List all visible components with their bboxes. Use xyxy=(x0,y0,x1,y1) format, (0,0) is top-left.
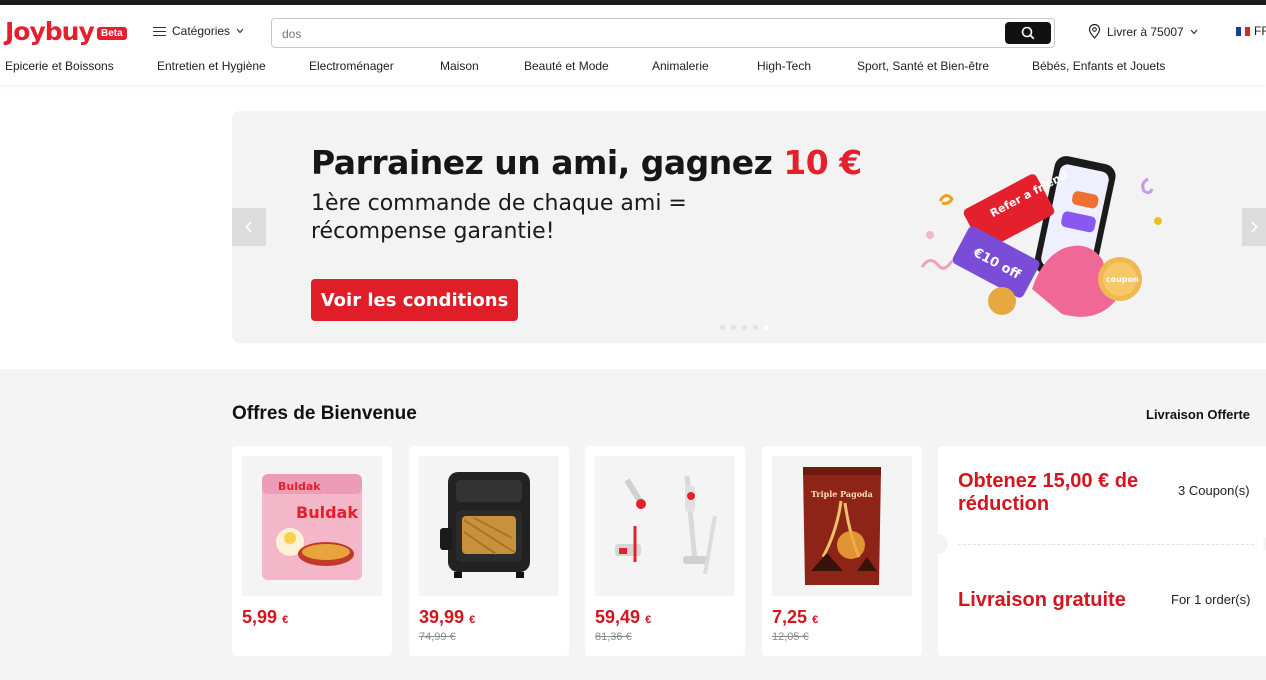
nav-item-high-tech[interactable]: High-Tech xyxy=(757,59,811,73)
delivery-location-button[interactable]: Livrer à 75007 xyxy=(1088,24,1198,39)
price-value: 59,49 xyxy=(595,607,641,627)
product-old-price: 12,05 € xyxy=(772,631,809,643)
nav-item-sport-sante[interactable]: Sport, Santé et Bien-être xyxy=(857,59,989,73)
carousel-dot[interactable] xyxy=(753,325,758,330)
product-old-price: 74,99 € xyxy=(419,631,456,643)
nav-item-electromenager[interactable]: Electroménager xyxy=(309,59,394,73)
chevron-down-icon xyxy=(1190,29,1198,34)
coupon-count: 3 Coupon(s) xyxy=(1178,483,1250,498)
coupon-notch xyxy=(928,534,948,554)
offers-title: Offres de Bienvenue xyxy=(232,403,417,424)
product-card[interactable]: 59,49 € 81,36 € xyxy=(585,446,745,656)
search-input[interactable] xyxy=(282,25,1002,43)
categories-label: Catégories xyxy=(172,24,231,38)
product-image-rice-bag: Triple Pagoda xyxy=(772,456,912,596)
beta-badge: Beta xyxy=(97,27,127,40)
nav-item-entretien[interactable]: Entretien et Hygiène xyxy=(157,59,266,73)
carousel-dot[interactable] xyxy=(731,325,736,330)
free-shipping-count: For 1 order(s) xyxy=(1171,592,1251,607)
categories-button[interactable]: Catégories xyxy=(153,24,244,38)
rice-bag-label: Triple Pagoda xyxy=(811,489,873,499)
product-price: 7,25 € xyxy=(772,607,818,628)
joybuy-logo[interactable]: Joybuy xyxy=(5,17,95,46)
banner-title: Parrainez un ami, gagnez 10 € xyxy=(311,143,862,182)
banner-title-highlight: 10 € xyxy=(783,143,862,182)
language-selector[interactable]: FR xyxy=(1236,24,1266,38)
chevron-down-icon xyxy=(236,28,244,34)
product-card[interactable]: Buldak Buldak 5,99 € xyxy=(232,446,392,656)
nav-item-beaute-mode[interactable]: Beauté et Mode xyxy=(524,59,609,73)
coupon-card[interactable]: Obtenez 15,00 € de réduction 3 Coupon(s)… xyxy=(928,446,1266,656)
carousel-dots xyxy=(720,325,769,330)
price-value: 5,99 xyxy=(242,607,278,627)
carousel-dot[interactable] xyxy=(720,325,725,330)
product-price: 5,99 € xyxy=(242,607,288,628)
refer-friend-illustration: Refer a friend €10 off coupon xyxy=(920,156,1162,317)
buldak-pack-text: Buldak xyxy=(278,480,321,493)
chevron-left-icon xyxy=(245,221,252,233)
category-nav: Epicerie et Boissons Entretien et Hygièn… xyxy=(0,59,1266,75)
livraison-offerte-link[interactable]: Livraison Offerte xyxy=(1146,407,1250,422)
price-value: 39,99 xyxy=(419,607,465,627)
product-price: 39,99 € xyxy=(419,607,475,628)
banner-next-button[interactable] xyxy=(1242,208,1266,246)
product-card[interactable]: Triple Pagoda 7,25 € 12,05 € xyxy=(762,446,922,656)
banner-subtitle: 1ère commande de chaque ami = récompense… xyxy=(311,191,687,244)
delivery-label: Livrer à 75007 xyxy=(1107,24,1184,39)
carousel-dot-active[interactable] xyxy=(764,325,769,330)
banner-title-text: Parrainez un ami, gagnez xyxy=(311,143,784,182)
menu-icon xyxy=(153,26,166,36)
france-flag-icon xyxy=(1236,26,1251,36)
language-label: FR xyxy=(1254,24,1266,38)
product-image-buldak: Buldak Buldak xyxy=(242,456,382,596)
product-price: 59,49 € xyxy=(595,607,651,628)
voir-conditions-button[interactable]: Voir les conditions xyxy=(311,279,518,321)
location-pin-icon xyxy=(1088,24,1101,39)
free-shipping-title: Livraison gratuite xyxy=(958,589,1126,611)
product-image-stick-vacuum xyxy=(595,456,735,596)
price-currency: € xyxy=(645,614,652,626)
search-button[interactable] xyxy=(1005,22,1051,44)
nav-item-bebes-enfants[interactable]: Bébés, Enfants et Jouets xyxy=(1032,59,1165,73)
price-currency: € xyxy=(812,614,819,626)
price-currency: € xyxy=(469,614,476,626)
price-value: 7,25 xyxy=(772,607,808,627)
nav-item-epicerie[interactable]: Epicerie et Boissons xyxy=(5,59,114,73)
site-header: Joybuy Beta Catégories Livrer à 75007 FR… xyxy=(0,5,1266,85)
nav-item-animalerie[interactable]: Animalerie xyxy=(652,59,709,73)
buldak-pack-logo-text: Buldak xyxy=(296,503,358,522)
carousel-dot[interactable] xyxy=(742,325,747,330)
coupon-title: Obtenez 15,00 € de réduction xyxy=(958,470,1139,515)
hero-banner[interactable]: Parrainez un ami, gagnez 10 € 1ère comma… xyxy=(232,111,1266,343)
chevron-right-icon xyxy=(1251,221,1258,233)
product-old-price: 81,36 € xyxy=(595,631,632,643)
banner-prev-button[interactable] xyxy=(232,208,266,246)
coin-label: coupon xyxy=(1106,275,1139,284)
price-currency: € xyxy=(282,614,289,626)
product-image-air-fryer xyxy=(419,456,559,596)
search-bar xyxy=(271,18,1055,48)
coupon-divider xyxy=(958,544,1254,545)
product-card[interactable]: 39,99 € 74,99 € xyxy=(409,446,569,656)
search-icon xyxy=(1021,26,1035,40)
nav-item-maison[interactable]: Maison xyxy=(440,59,479,73)
